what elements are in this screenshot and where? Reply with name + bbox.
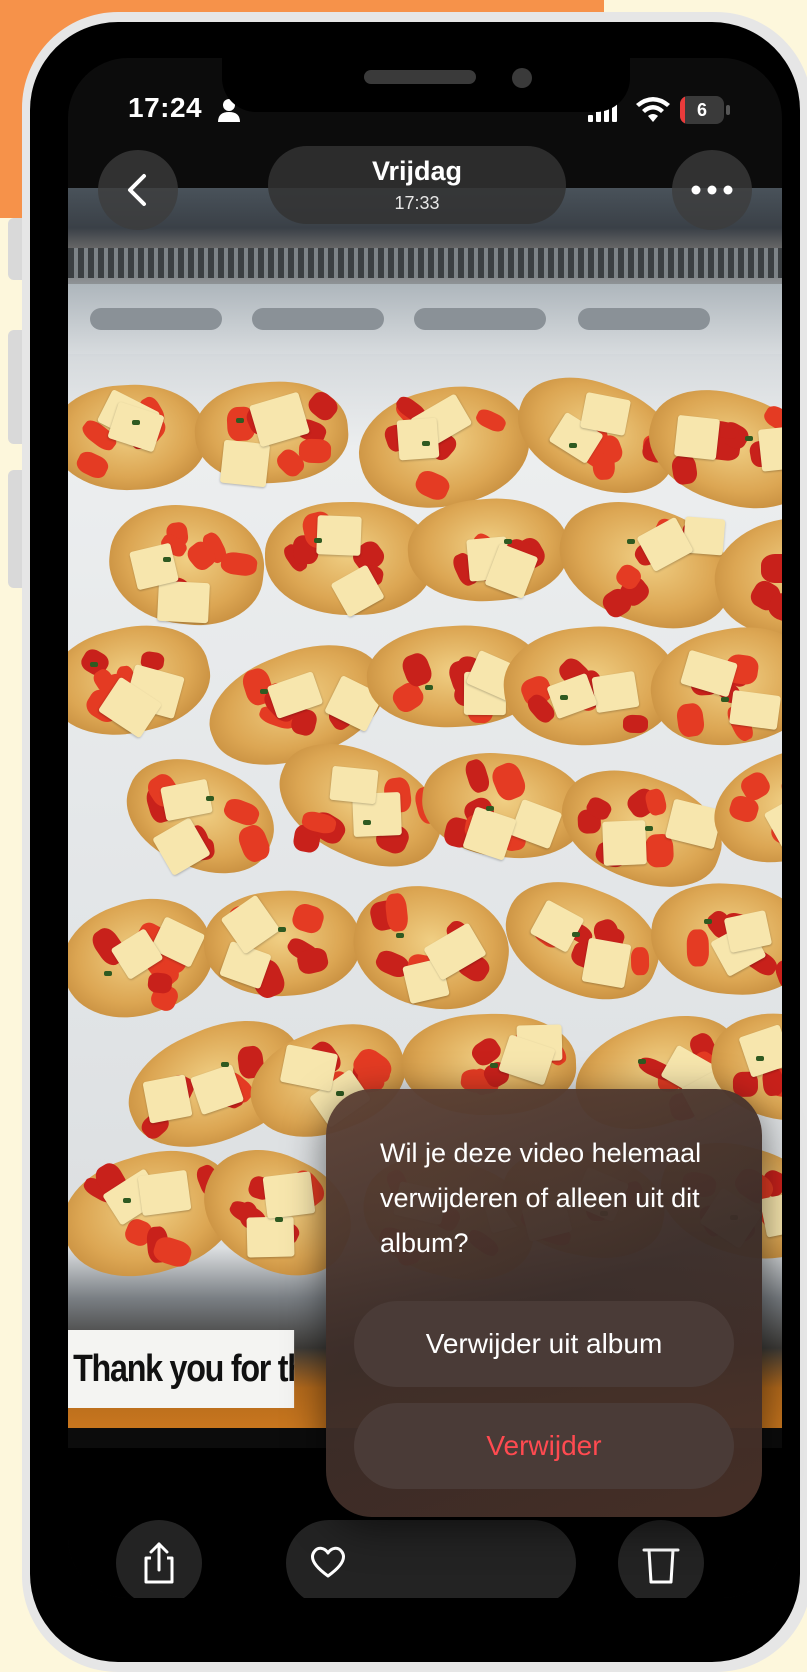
- ellipsis-icon: [691, 185, 733, 195]
- title-pill: Vrijdag 17:33: [268, 146, 566, 224]
- delete-confirmation-dialog: Wil je deze video helemaal verwijderen o…: [326, 1089, 762, 1517]
- basil-leaf: [704, 918, 713, 924]
- battery-percent: 6: [696, 100, 707, 120]
- oven-rack: [68, 248, 782, 278]
- cheese-slice: [757, 424, 782, 473]
- basil-leaf: [275, 1216, 284, 1222]
- status-time: 17:24: [128, 92, 203, 123]
- delete-button[interactable]: [618, 1520, 704, 1598]
- cheese-slice: [396, 417, 440, 461]
- basil-leaf: [206, 795, 215, 801]
- video-caption: Thank you for th: [68, 1330, 295, 1408]
- trash-icon: [642, 1548, 680, 1584]
- tray-slot: [414, 308, 546, 330]
- basil-leaf: [122, 1197, 131, 1203]
- basil-leaf: [644, 825, 653, 831]
- basil-leaf: [571, 932, 580, 938]
- basil-leaf: [486, 805, 495, 811]
- back-button[interactable]: [98, 150, 178, 230]
- basil-leaf: [720, 697, 729, 703]
- tomato-piece: [298, 438, 332, 464]
- front-camera: [512, 68, 532, 88]
- tomato-piece: [630, 947, 650, 976]
- basil-leaf: [131, 420, 140, 426]
- basil-leaf: [363, 819, 372, 825]
- tomato-piece: [644, 833, 675, 869]
- basil-leaf: [313, 538, 322, 544]
- cheese-slice: [157, 581, 211, 624]
- tray-slot: [252, 308, 384, 330]
- battery-cap: [726, 105, 730, 115]
- cheese-slice: [581, 937, 632, 989]
- cheese-slice: [246, 1216, 295, 1258]
- chevron-left-icon: [128, 174, 146, 206]
- actions-pill: [286, 1520, 576, 1598]
- battery-indicator: 6: [680, 96, 730, 124]
- heart-icon[interactable]: [308, 1542, 348, 1582]
- basil-leaf: [756, 1056, 765, 1062]
- basil-leaf: [336, 1090, 345, 1096]
- tray-slot: [90, 308, 222, 330]
- cheese-slice: [591, 671, 640, 714]
- dialog-message: Wil je deze video helemaal verwijderen o…: [380, 1138, 702, 1258]
- basil-leaf: [745, 436, 754, 442]
- basil-leaf: [104, 971, 112, 977]
- cheese-slice: [329, 765, 379, 805]
- cheese-slice: [728, 689, 781, 731]
- basil-leaf: [236, 417, 245, 423]
- wifi-icon: [636, 97, 670, 122]
- cheese-slice: [262, 1171, 316, 1220]
- cheese-slice: [137, 1170, 191, 1217]
- basil-leaf: [260, 689, 269, 695]
- basil-leaf: [569, 443, 578, 449]
- delete-video-button[interactable]: Verwijder: [354, 1403, 734, 1489]
- tomato-piece: [622, 715, 648, 734]
- more-options-button[interactable]: [672, 150, 752, 230]
- basil-leaf: [89, 662, 98, 668]
- share-button[interactable]: [116, 1520, 202, 1598]
- basil-leaf: [278, 926, 287, 932]
- tray-slot: [578, 308, 710, 330]
- speaker: [364, 70, 476, 84]
- basil-leaf: [221, 1061, 230, 1067]
- cheese-slice: [601, 820, 647, 866]
- basil-leaf: [424, 684, 433, 690]
- share-icon: [144, 1542, 174, 1584]
- page-subtitle: 17:33: [394, 193, 440, 213]
- cheese-slice: [673, 415, 720, 461]
- remove-from-album-button[interactable]: Verwijder uit album: [354, 1301, 734, 1387]
- basil-leaf: [421, 440, 430, 446]
- basil-leaf: [638, 1059, 647, 1065]
- tomato-piece: [686, 929, 710, 967]
- basil-leaf: [396, 933, 405, 939]
- basil-leaf: [626, 538, 635, 544]
- notch: [222, 56, 630, 112]
- basil-leaf: [163, 556, 172, 562]
- basil-leaf: [503, 538, 512, 544]
- cheese-slice: [316, 515, 362, 556]
- page-title: Vrijdag: [371, 156, 463, 186]
- cheese-slice: [142, 1074, 194, 1124]
- basil-leaf: [489, 1063, 498, 1069]
- tomato-piece: [761, 553, 782, 584]
